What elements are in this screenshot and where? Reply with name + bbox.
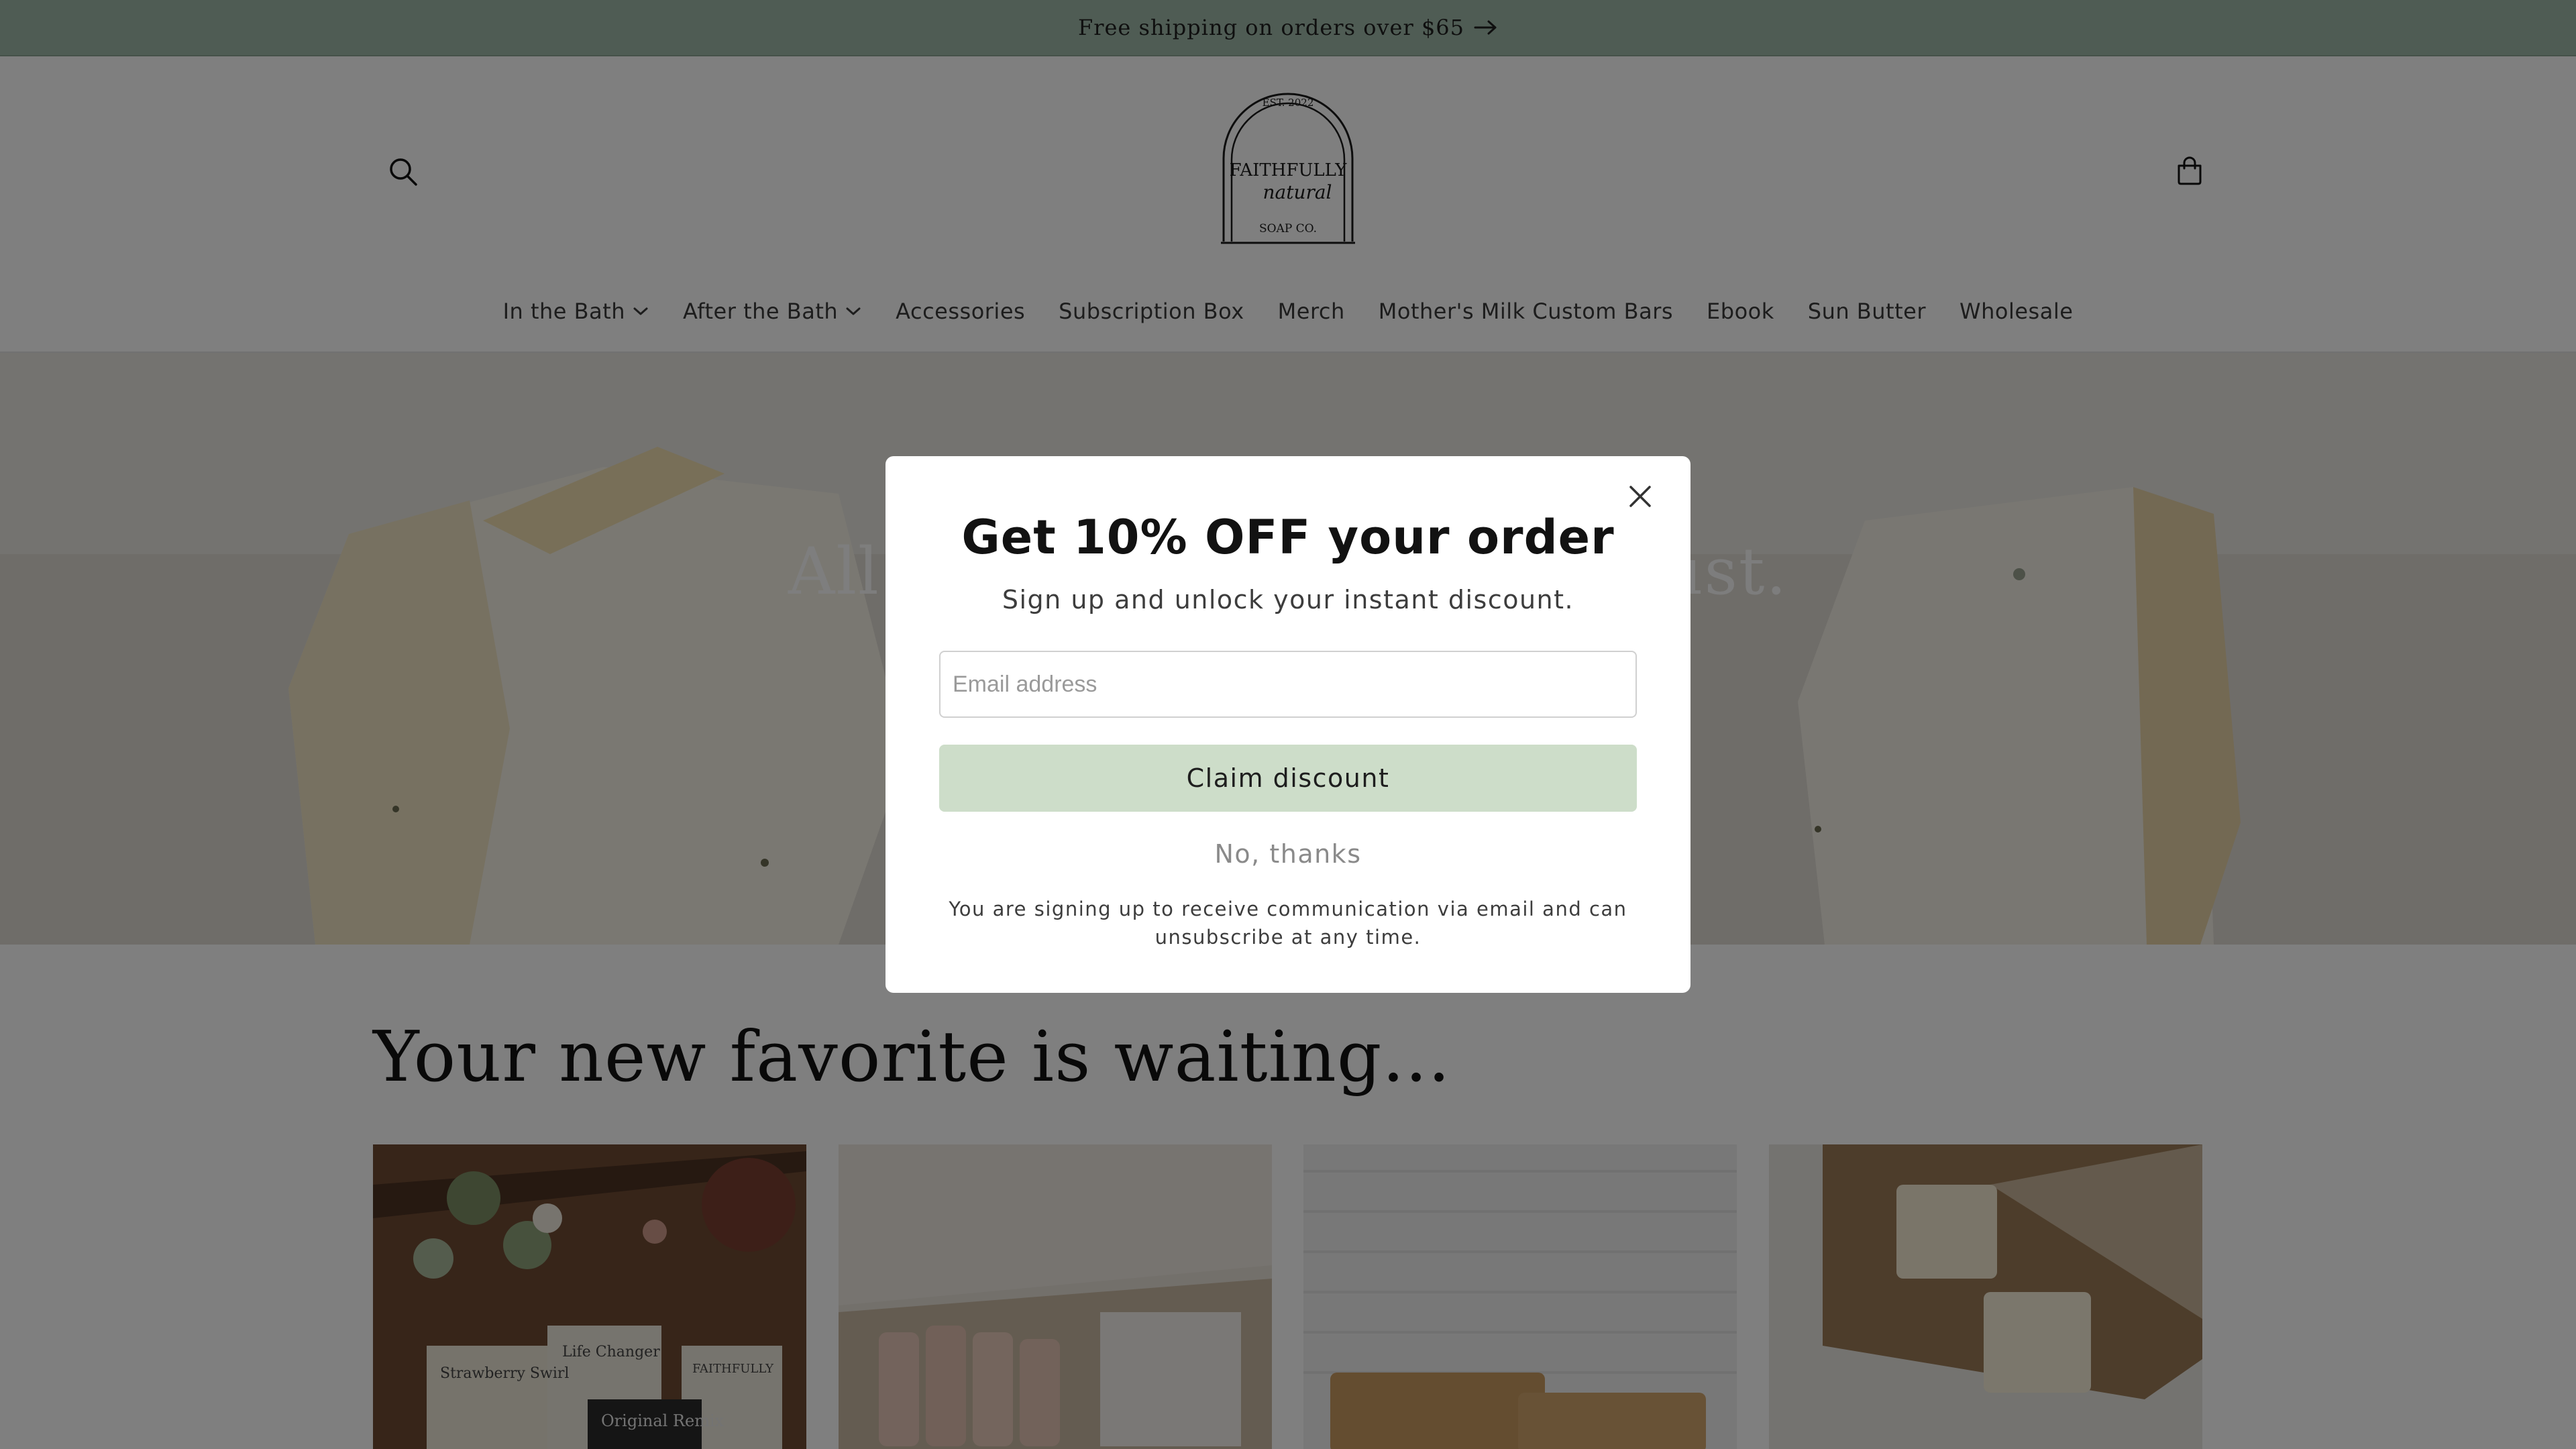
no-thanks-button[interactable]: No, thanks: [885, 839, 1690, 869]
email-input[interactable]: [939, 651, 1637, 718]
popup-subtitle: Sign up and unlock your instant discount…: [1002, 585, 1574, 614]
close-icon: [1629, 486, 1651, 507]
claim-discount-button[interactable]: Claim discount: [939, 745, 1637, 812]
popup-title: Get 10% OFF your order: [961, 510, 1615, 565]
popup-disclaimer: You are signing up to receive communicat…: [949, 898, 1627, 949]
discount-popup: Get 10% OFF your order Sign up and unloc…: [885, 456, 1690, 993]
